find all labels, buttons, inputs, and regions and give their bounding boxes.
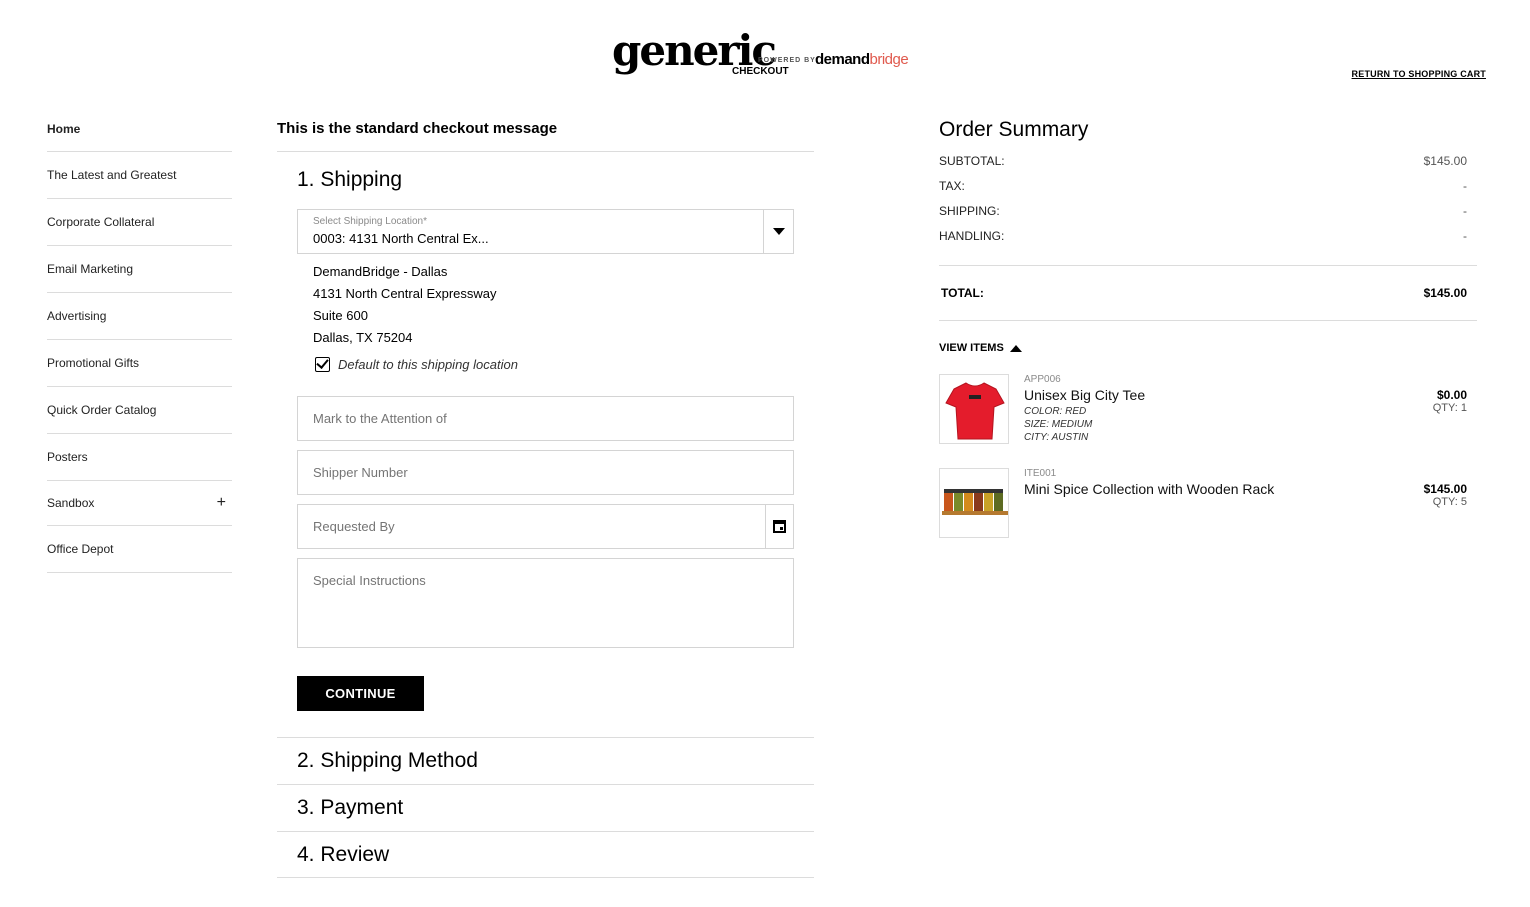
checkbox-checked-icon[interactable] <box>315 357 330 372</box>
sidebar-item-sandbox[interactable]: Sandbox + <box>47 481 232 526</box>
default-location-label: Default to this shipping location <box>338 357 518 372</box>
expand-plus-icon[interactable]: + <box>217 494 226 512</box>
chevron-up-icon <box>1009 344 1022 352</box>
requested-by-input[interactable] <box>298 505 758 548</box>
sidebar-item-posters[interactable]: Posters <box>47 434 232 481</box>
summary-row-handling: HANDLING: - <box>939 228 1467 243</box>
tshirt-icon <box>945 382 1005 440</box>
sidebar-item-quick-order[interactable]: Quick Order Catalog <box>47 387 232 434</box>
attention-input[interactable] <box>297 396 794 441</box>
product-image-spice-rack[interactable] <box>939 468 1009 538</box>
summary-row-shipping: SHIPPING: - <box>939 203 1467 218</box>
logo-brand: demandbridge <box>815 51 909 68</box>
step-review[interactable]: 4. Review <box>277 831 814 878</box>
summary-total: TOTAL: $145.00 <box>939 265 1477 321</box>
cart-item: APP006 Unisex Big City Tee COLOR: RED SI… <box>939 374 1477 468</box>
sidebar-item-advertising[interactable]: Advertising <box>47 293 232 340</box>
item-sku: ITE001 <box>1024 468 1057 479</box>
checkout-message: This is the standard checkout message <box>277 106 814 152</box>
return-to-cart-link[interactable]: RETURN TO SHOPPING CART <box>1352 69 1486 79</box>
date-picker-button[interactable] <box>765 505 793 548</box>
chevron-down-icon <box>772 228 785 235</box>
sidebar-item-office-depot[interactable]: Office Depot <box>47 526 232 573</box>
step-payment[interactable]: 3. Payment <box>277 784 814 831</box>
summary-row-subtotal: SUBTOTAL: $145.00 <box>939 153 1467 168</box>
address-line: 4131 North Central Expressway <box>313 286 497 301</box>
checkout-main: This is the standard checkout message 1.… <box>277 106 814 878</box>
summary-row-tax: TAX: - <box>939 178 1467 193</box>
logo-checkout-label: CHECKOUT <box>732 66 789 77</box>
sidebar-nav: Home The Latest and Greatest Corporate C… <box>47 106 232 573</box>
order-summary: Order Summary SUBTOTAL: $145.00 TAX: - SHI… <box>939 118 1477 562</box>
logo-powered-by: POWERED BY <box>758 57 816 64</box>
item-attributes: COLOR: RED SIZE: MEDIUM CITY: AUSTIN <box>1024 406 1093 443</box>
step-shipping-title[interactable]: 1. Shipping <box>297 168 814 196</box>
address-line: Dallas, TX 75204 <box>313 330 413 345</box>
sidebar-item-latest[interactable]: The Latest and Greatest <box>47 152 232 199</box>
shipping-location-value: 0003: 4131 North Central Ex... <box>313 231 489 246</box>
step-shipping-method[interactable]: 2. Shipping Method <box>277 737 814 784</box>
sidebar-item-corporate-collateral[interactable]: Corporate Collateral <box>47 199 232 246</box>
sidebar-item-promotional-gifts[interactable]: Promotional Gifts <box>47 340 232 387</box>
item-name[interactable]: Unisex Big City Tee <box>1024 387 1145 403</box>
calendar-icon <box>773 520 786 533</box>
shipper-number-input[interactable] <box>297 450 794 495</box>
continue-button[interactable]: CONTINUE <box>297 676 424 711</box>
site-logo[interactable]: generic POWERED BY demandbridge CHECKOUT <box>612 30 912 84</box>
default-location-checkbox[interactable]: Default to this shipping location <box>315 357 518 372</box>
spice-rack-icon <box>942 489 1008 515</box>
address-line: DemandBridge - Dallas <box>313 264 448 279</box>
dropdown-toggle[interactable] <box>763 210 793 253</box>
item-price: $0.00 <box>1436 388 1467 402</box>
item-qty: QTY: 1 <box>1432 402 1467 414</box>
item-sku: APP006 <box>1024 374 1061 385</box>
address-line: Suite 600 <box>313 308 368 323</box>
sidebar-item-email-marketing[interactable]: Email Marketing <box>47 246 232 293</box>
special-instructions-input[interactable] <box>297 558 794 648</box>
product-image-tshirt[interactable] <box>939 374 1009 444</box>
shipping-location-label: Select Shipping Location* <box>313 216 427 227</box>
view-items-toggle[interactable]: VIEW ITEMS <box>939 342 1477 354</box>
item-qty: QTY: 5 <box>1432 496 1467 508</box>
shipping-address: DemandBridge - Dallas 4131 North Central… <box>313 261 497 349</box>
item-price: $145.00 <box>1423 482 1467 496</box>
shipping-location-select[interactable]: Select Shipping Location* 0003: 4131 Nor… <box>297 209 794 254</box>
item-name[interactable]: Mini Spice Collection with Wooden Rack <box>1024 481 1274 497</box>
requested-by-field[interactable] <box>297 504 794 549</box>
sidebar-item-home[interactable]: Home <box>47 106 232 152</box>
cart-item: ITE001 Mini Spice Collection with Wooden… <box>939 468 1477 562</box>
order-summary-title: Order Summary <box>939 118 1089 141</box>
